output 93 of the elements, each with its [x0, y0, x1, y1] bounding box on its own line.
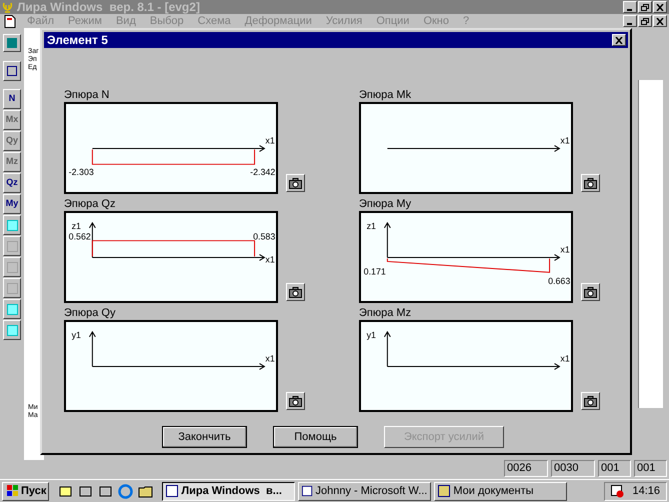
- plot-title: Эпюра N: [64, 88, 110, 102]
- scheduler-icon: [611, 484, 624, 498]
- camera-button[interactable]: [581, 283, 600, 301]
- toolbar-icon[interactable]: [3, 236, 21, 256]
- axis-label: y1: [366, 330, 376, 340]
- status-cell: 0030: [551, 460, 595, 477]
- y-axis: [384, 222, 391, 258]
- axis-label: x1: [560, 244, 570, 255]
- y-axis: [384, 330, 391, 367]
- menu-item[interactable]: Файл: [20, 16, 62, 26]
- toolbar-icon[interactable]: [3, 278, 21, 298]
- camera-icon: [584, 286, 597, 298]
- clock: 14:16: [632, 484, 660, 499]
- plot-title: Эпюра Qy: [64, 306, 116, 320]
- plot-title: Эпюра Mz: [359, 306, 412, 320]
- windows-logo-icon: [5, 485, 19, 497]
- plot-title: Эпюра My: [359, 197, 412, 211]
- camera-button[interactable]: [581, 392, 600, 410]
- menu-item[interactable]: Выбор: [142, 16, 191, 26]
- axis-label: z1: [72, 220, 81, 231]
- y-axis: [88, 330, 96, 367]
- start-button[interactable]: Пуск: [2, 482, 50, 500]
- camera-button[interactable]: [286, 283, 305, 301]
- plot-title: Эпюра Qz: [64, 197, 116, 211]
- axis-label: z1: [366, 220, 376, 231]
- value-label: 0.562: [68, 232, 91, 242]
- diagram-toggle[interactable]: Qz: [3, 173, 21, 193]
- axis-label: x1: [560, 136, 570, 146]
- menu-item[interactable]: Вид: [108, 16, 143, 26]
- axis-label: x1: [560, 354, 570, 364]
- camera-button[interactable]: [286, 174, 305, 192]
- camera-icon: [289, 286, 302, 298]
- taskbar-button[interactable]: Лира Windows в...: [162, 482, 296, 500]
- camera-icon: [289, 178, 302, 188]
- maximize-button[interactable]: [638, 15, 652, 27]
- taskbar-button[interactable]: Johnny - Microsoft W...: [298, 482, 432, 500]
- taskbar-button[interactable]: Мои документы: [434, 482, 568, 500]
- maximize-button[interactable]: [638, 1, 652, 13]
- camera-button[interactable]: [286, 392, 305, 410]
- menu-item[interactable]: Схема: [190, 16, 238, 26]
- quick-launch-icon[interactable]: [78, 484, 94, 498]
- axis-label: x1: [265, 136, 275, 146]
- value-label: 0.171: [364, 266, 386, 276]
- axis-label: x1: [265, 354, 275, 364]
- quick-launch-icon[interactable]: [58, 484, 74, 498]
- axis-label: x1: [265, 254, 275, 264]
- status-cell: 0026: [504, 460, 548, 477]
- toolbar-icon[interactable]: [3, 215, 21, 235]
- dialog-button[interactable]: Помощь: [273, 426, 358, 448]
- app-icon: [302, 485, 312, 497]
- close-icon: [656, 18, 664, 24]
- menu-item[interactable]: Окно: [416, 16, 456, 26]
- app-title: Лира Windows вер. 8.1 - [evg2]: [17, 1, 200, 13]
- camera-button[interactable]: [581, 174, 600, 192]
- camera-icon: [584, 178, 597, 188]
- close-button[interactable]: [653, 1, 667, 13]
- plot-title: Эпюра Mk: [359, 88, 412, 102]
- minimize-button[interactable]: [623, 1, 637, 13]
- app-icon: [438, 485, 450, 497]
- value-label: 0.663: [548, 276, 570, 286]
- toolbar-icon[interactable]: [3, 299, 21, 319]
- camera-icon: [584, 396, 597, 406]
- toolbar-icon[interactable]: [3, 61, 21, 81]
- menu-item[interactable]: ?: [456, 16, 476, 26]
- app-icon: [166, 485, 178, 497]
- dialog-button[interactable]: Закончить: [162, 426, 247, 448]
- axis-label: y1: [72, 330, 81, 340]
- menu-item[interactable]: Усилия: [318, 16, 370, 26]
- quick-launch-icon[interactable]: [138, 484, 154, 498]
- dialog-title: Элемент 5: [47, 32, 108, 49]
- menu-item[interactable]: Деформации: [238, 16, 319, 26]
- menu-item[interactable]: Опции: [369, 16, 416, 26]
- diagram-toggle[interactable]: My: [3, 194, 21, 214]
- quick-launch-icon[interactable]: [98, 484, 114, 498]
- value-label: -2.342: [250, 167, 276, 178]
- y-axis: [88, 222, 96, 258]
- status-cell: 001: [598, 460, 631, 477]
- value-label: -2.303: [68, 167, 94, 178]
- toolbar-icon[interactable]: [3, 257, 21, 277]
- document-icon: [4, 14, 16, 28]
- menu-item[interactable]: Режим: [61, 16, 109, 26]
- diagram-toggle[interactable]: N: [3, 89, 21, 109]
- toolbar-icon[interactable]: [3, 320, 21, 340]
- close-icon: [656, 4, 664, 10]
- minimize-button[interactable]: [623, 15, 637, 27]
- close-button[interactable]: [653, 15, 667, 27]
- camera-icon: [289, 396, 302, 406]
- close-icon: [615, 36, 623, 44]
- lyre-icon: [2, 2, 13, 12]
- value-label: 0.583: [253, 232, 276, 242]
- toolbar-icon[interactable]: [3, 34, 21, 52]
- close-button[interactable]: [612, 34, 626, 46]
- status-cell: 001: [634, 460, 667, 477]
